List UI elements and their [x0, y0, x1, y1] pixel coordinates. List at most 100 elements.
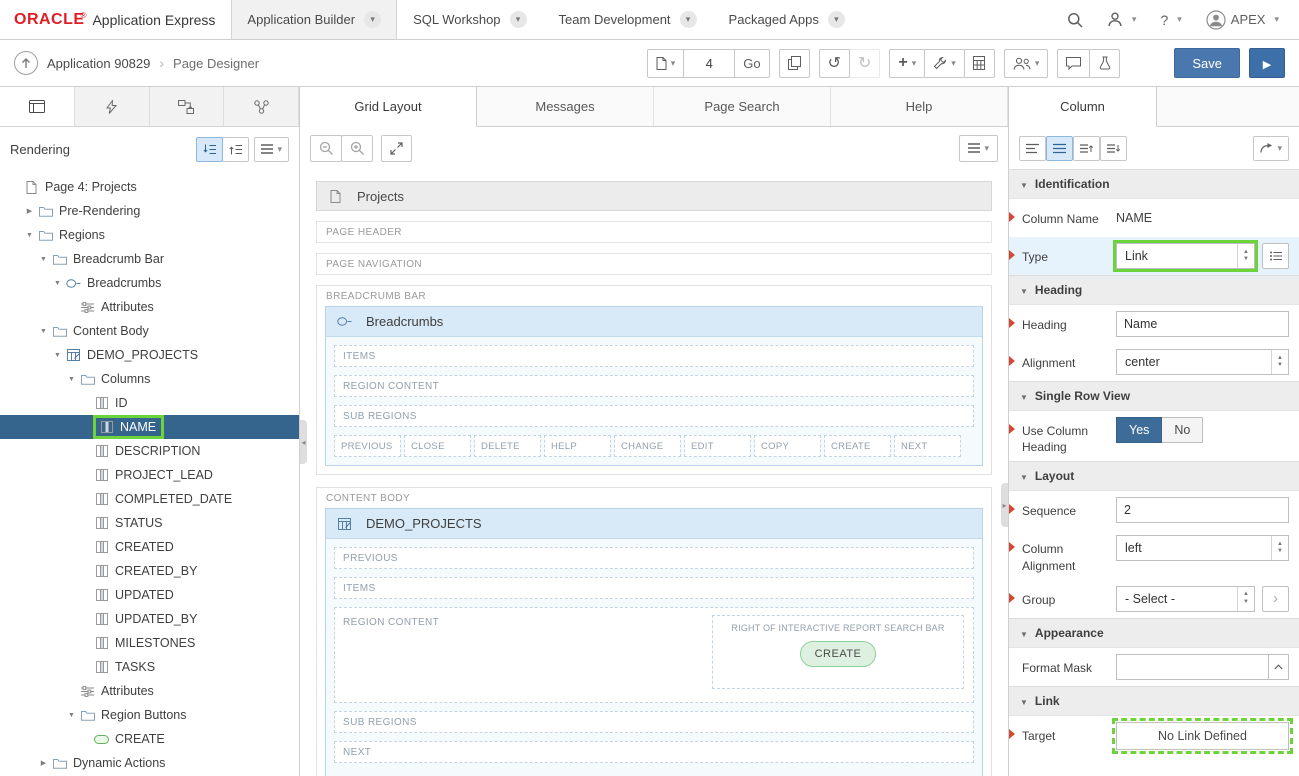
button-slot-edit[interactable]: EDIT: [684, 435, 751, 457]
layout-slot-previous[interactable]: PREVIOUS: [334, 547, 974, 569]
tree-item-description[interactable]: DESCRIPTION: [0, 439, 299, 463]
tree-item-tasks[interactable]: TASKS: [0, 655, 299, 679]
search-button[interactable]: [1055, 0, 1095, 40]
page-lock-button[interactable]: [778, 48, 810, 78]
main-tab-application-builder[interactable]: Application Builder: [231, 0, 398, 39]
admin-menu-button[interactable]: [1095, 0, 1149, 40]
save-button[interactable]: Save: [1174, 48, 1240, 78]
run-button[interactable]: [1249, 48, 1285, 78]
demo-projects-region[interactable]: DEMO_PROJECTS PREVIOUS ITEMS REGION CONTE…: [325, 508, 983, 776]
layout-slot-next[interactable]: NEXT: [334, 741, 974, 763]
tree-item-dynamic-actions[interactable]: Dynamic Actions: [0, 751, 299, 775]
tab-shared-components[interactable]: [224, 87, 299, 126]
page-number-input[interactable]: [683, 48, 736, 78]
comments-button[interactable]: [1057, 48, 1091, 78]
tab-processing[interactable]: [150, 87, 225, 126]
center-tab-help[interactable]: Help: [831, 87, 1008, 126]
utilities-menu-button[interactable]: [924, 48, 965, 78]
select-stepper-icon[interactable]: [1237, 586, 1254, 611]
group-select[interactable]: - Select -: [1116, 585, 1255, 612]
tree-toggle-icon[interactable]: [50, 352, 65, 359]
tree-item-breadcrumb-bar[interactable]: Breadcrumb Bar: [0, 247, 299, 271]
tree-toggle-icon[interactable]: [36, 328, 51, 335]
popup-lov-icon[interactable]: [1268, 653, 1289, 680]
tree-item-attributes[interactable]: Attributes: [0, 679, 299, 703]
tree-item-columns[interactable]: Columns: [0, 367, 299, 391]
section-header-identification[interactable]: Identification: [1009, 169, 1299, 199]
tree-item-milestones[interactable]: MILESTONES: [0, 631, 299, 655]
tree-item-status[interactable]: STATUS: [0, 511, 299, 535]
type-select[interactable]: Link: [1113, 240, 1258, 272]
region-header[interactable]: DEMO_PROJECTS: [326, 509, 982, 539]
tree-item-created[interactable]: CREATED: [0, 535, 299, 559]
breadcrumbs-region[interactable]: Breadcrumbs ITEMS REGION CONTENT SUB REGIO…: [325, 306, 983, 466]
layout-slot-region-content[interactable]: REGION CONTENT RIGHT OF INTERACTIVE REPO…: [334, 607, 974, 703]
show-common-button[interactable]: [1019, 135, 1046, 161]
tab-rendering[interactable]: [0, 87, 75, 126]
layout-slot-items[interactable]: ITEMS: [334, 577, 974, 599]
sort-by-order-button[interactable]: [196, 136, 224, 162]
tree-item-pre-rendering[interactable]: Pre-Rendering: [0, 199, 299, 223]
oracle-logo[interactable]: ORACLE® Application Express: [0, 0, 231, 39]
tree-toggle-icon[interactable]: [36, 759, 51, 767]
section-header-appearance[interactable]: Appearance: [1009, 617, 1299, 648]
select-stepper-icon[interactable]: [1271, 350, 1288, 374]
toggle-option-no[interactable]: No: [1162, 417, 1204, 443]
tree-item-created-by[interactable]: CREATED_BY: [0, 559, 299, 583]
page-selector-button[interactable]: [646, 48, 685, 78]
select-stepper-icon[interactable]: [1237, 244, 1254, 268]
user-menu-button[interactable]: APEX: [1194, 0, 1291, 40]
button-slot-previous[interactable]: PREVIOUS: [334, 435, 401, 457]
tree-item-page-4-projects[interactable]: Page 4: Projects: [0, 175, 299, 199]
tree-toggle-icon[interactable]: [64, 376, 79, 383]
team-menu-button[interactable]: [1003, 48, 1049, 78]
section-header-single-row-view[interactable]: Single Row View: [1009, 381, 1299, 411]
button-slot-next[interactable]: NEXT: [894, 435, 961, 457]
redo-button[interactable]: [849, 48, 881, 78]
alignment-select[interactable]: center: [1116, 349, 1289, 375]
layout-slot-page-navigation[interactable]: PAGE NAVIGATION: [316, 253, 992, 275]
go-button[interactable]: Go: [734, 48, 770, 78]
chevron-down-icon[interactable]: [364, 11, 382, 28]
center-tab-page-search[interactable]: Page Search: [654, 87, 831, 126]
create-button[interactable]: CREATE: [799, 641, 877, 667]
tree-item-updated[interactable]: UPDATED: [0, 583, 299, 607]
left-splitter-handle[interactable]: [300, 420, 307, 464]
right-splitter-handle[interactable]: [1001, 483, 1008, 527]
select-stepper-icon[interactable]: [1271, 536, 1288, 561]
button-slot-close[interactable]: CLOSE: [404, 435, 471, 457]
format-mask-input[interactable]: [1116, 653, 1268, 680]
chevron-down-icon[interactable]: [679, 11, 697, 28]
calculator-button[interactable]: [963, 48, 995, 78]
button-slot-create[interactable]: CREATE: [824, 435, 891, 457]
main-tab-team-development[interactable]: Team Development: [543, 0, 713, 39]
tree-toggle-icon[interactable]: [22, 207, 37, 215]
sort-alphabetical-button[interactable]: [222, 136, 250, 162]
tree-toggle-icon[interactable]: [64, 712, 79, 719]
main-tab-sql-workshop[interactable]: SQL Workshop: [397, 0, 542, 39]
section-header-layout[interactable]: Layout: [1009, 461, 1299, 492]
zoom-in-button[interactable]: [341, 134, 373, 162]
button-slot-help[interactable]: HELP: [544, 435, 611, 457]
button-slot-delete[interactable]: DELETE: [474, 435, 541, 457]
shared-components-button[interactable]: [1089, 48, 1121, 78]
help-menu-button[interactable]: [1148, 0, 1193, 40]
page-title-bar[interactable]: Projects: [316, 181, 992, 211]
tree-item-id[interactable]: ID: [0, 391, 299, 415]
heading-input[interactable]: [1116, 311, 1289, 337]
column-alignment-select[interactable]: left: [1116, 535, 1289, 562]
button-slot-change[interactable]: CHANGE: [614, 435, 681, 457]
tree-item-content-body[interactable]: Content Body: [0, 319, 299, 343]
target-button[interactable]: No Link Defined: [1112, 717, 1293, 754]
show-all-button[interactable]: [1046, 135, 1073, 161]
create-menu-button[interactable]: [889, 48, 926, 78]
breadcrumb-application-link[interactable]: Application 90829: [47, 56, 150, 71]
tree-item-attributes[interactable]: Attributes: [0, 295, 299, 319]
tree-item-regions[interactable]: Regions: [0, 223, 299, 247]
chevron-down-icon[interactable]: [509, 11, 527, 28]
expand-all-button[interactable]: [1100, 135, 1127, 161]
layout-slot-sub-regions[interactable]: SUB REGIONS: [334, 405, 974, 427]
tree-toggle-icon[interactable]: [22, 232, 37, 239]
layout-slot-items[interactable]: ITEMS: [334, 345, 974, 367]
sequence-input[interactable]: [1116, 497, 1289, 524]
